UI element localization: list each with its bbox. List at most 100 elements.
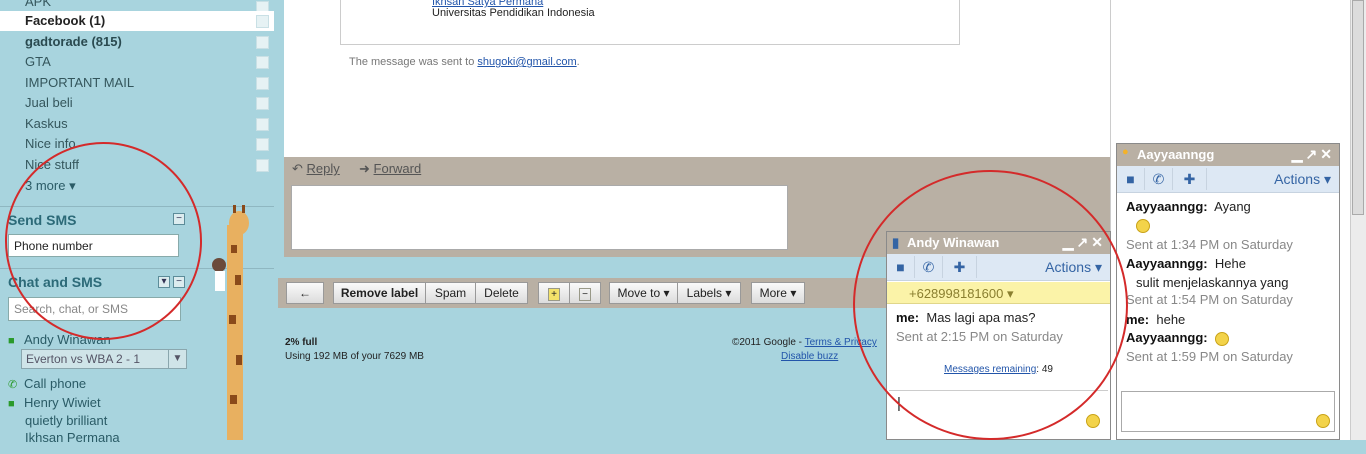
actions-menu[interactable]: Actions ▾: [1274, 171, 1331, 188]
sent-note-suffix: .: [576, 56, 580, 68]
smiley-icon: [1214, 331, 1229, 346]
popout-icon[interactable]: ↗: [1306, 146, 1321, 162]
status-select[interactable]: Everton vs WBA 2 - 1 ▼: [21, 349, 187, 369]
contact-name: Andy Winawan: [24, 332, 111, 347]
phone-number-input[interactable]: Phone number: [8, 234, 179, 257]
label-name: Kaskus: [25, 116, 68, 131]
add-star-button[interactable]: +: [538, 282, 570, 304]
label-name: Nice info: [25, 136, 76, 151]
video-call-icon[interactable]: ■: [887, 256, 915, 278]
reply-link[interactable]: ↶ Reply: [292, 161, 340, 177]
label-item[interactable]: Nice info: [0, 134, 274, 154]
label-checkbox[interactable]: [256, 15, 269, 28]
chat-input[interactable]: |: [889, 390, 1108, 432]
chat-title-bar[interactable]: ● Aayyaanngg ▁↗✕: [1117, 144, 1339, 166]
contact-self[interactable]: ■ Andy Winawan: [8, 332, 111, 347]
chat-search-input[interactable]: Search, chat, or SMS: [8, 297, 181, 321]
chat-message: Aayyaanngg: Ayang: [1126, 199, 1251, 214]
delete-button[interactable]: Delete: [475, 282, 528, 304]
labels-button[interactable]: Labels ▾: [677, 282, 741, 304]
back-button[interactable]: ←: [286, 282, 324, 304]
label-name: APK: [25, 0, 52, 9]
emoticon-icon[interactable]: [1316, 414, 1330, 428]
status-dot-icon: ●: [1122, 146, 1129, 158]
label-item[interactable]: Kaskus: [0, 114, 274, 134]
label-item[interactable]: GTA: [0, 52, 274, 72]
label-name: Nice stuff: [25, 157, 79, 172]
more-button[interactable]: More ▾: [751, 282, 805, 304]
label-item[interactable]: Facebook (1): [0, 11, 274, 31]
label-checkbox[interactable]: [256, 159, 269, 172]
message-text: Mas lagi apa mas?: [926, 310, 1036, 325]
phone-icon: ✆: [8, 379, 18, 391]
chat-emoticon: [1136, 217, 1150, 233]
contact-henry[interactable]: ■ Henry Wiwiet: [8, 395, 101, 410]
add-people-icon[interactable]: ✚: [943, 256, 977, 278]
storage-percent: 2% full: [285, 337, 318, 348]
message-timestamp: Sent at 1:34 PM on Saturday: [1126, 237, 1293, 252]
chat-message: me: Mas lagi apa mas?: [896, 310, 1035, 325]
label-checkbox[interactable]: [256, 138, 269, 151]
messages-remaining-link[interactable]: Messages remaining: [944, 364, 1036, 375]
scrollbar-thumb[interactable]: [1352, 0, 1364, 215]
label-checkbox[interactable]: [256, 97, 269, 110]
recipient-link[interactable]: shugoki@gmail.com: [477, 56, 576, 68]
chat-toolbar: ■ ✆ ✚ Actions ▾: [887, 254, 1110, 281]
chat-input-cursor: |: [897, 395, 901, 412]
status-text: Everton vs WBA 2 - 1: [26, 352, 141, 366]
label-name: GTA: [25, 54, 51, 69]
signature-org: Universitas Pendidikan Indonesia: [432, 7, 595, 19]
minimize-icon[interactable]: ▁: [1292, 146, 1306, 162]
label-item[interactable]: gadtorade (815): [0, 32, 274, 52]
video-call-icon[interactable]: ■: [1117, 168, 1145, 190]
popout-icon[interactable]: ↗: [1077, 234, 1092, 250]
phone-icon[interactable]: ✆: [1145, 168, 1173, 190]
remove-star-button[interactable]: −: [569, 282, 601, 304]
video-icon: ■: [8, 335, 15, 347]
forward-label: Forward: [373, 161, 422, 176]
remove-label-button[interactable]: Remove label: [333, 282, 426, 304]
quoted-signature-box: Ikhsan Satya Permana Universitas Pendidi…: [340, 0, 960, 45]
label-checkbox[interactable]: [256, 118, 269, 131]
collapse-icon[interactable]: −: [173, 213, 185, 225]
emoticon-icon[interactable]: [1086, 414, 1100, 428]
phone-icon[interactable]: ✆: [915, 256, 943, 278]
send-sms-title: Send SMS: [8, 212, 77, 228]
chat-toolbar: ■ ✆ ✚ Actions ▾: [1117, 166, 1339, 193]
minimize-icon[interactable]: ▁: [1063, 234, 1077, 250]
window-controls: ▁↗✕: [1292, 146, 1335, 163]
close-icon[interactable]: ✕: [1320, 146, 1335, 162]
label-checkbox[interactable]: [256, 56, 269, 69]
forward-link[interactable]: ➜ Forward: [359, 161, 421, 177]
chevron-down-icon: ▼: [168, 350, 186, 368]
call-phone-link[interactable]: ✆ Call phone: [8, 376, 86, 391]
terms-link[interactable]: Terms & Privacy: [805, 337, 877, 348]
move-to-button[interactable]: Move to ▾: [609, 282, 678, 304]
reply-textbox[interactable]: [291, 185, 788, 250]
label-checkbox[interactable]: [256, 36, 269, 49]
chat-message: Aayyaanngg: Hehe: [1126, 256, 1246, 271]
collapse-icon[interactable]: −: [173, 276, 185, 288]
label-checkbox[interactable]: [256, 77, 269, 90]
spam-button[interactable]: Spam: [425, 282, 476, 304]
chat-sms-title: Chat and SMS: [8, 274, 103, 290]
chevron-down-icon[interactable]: ▾: [158, 276, 170, 288]
sms-number-bar[interactable]: +628998181600 ▾: [887, 282, 1110, 304]
video-icon: ■: [8, 398, 15, 410]
disable-buzz-link[interactable]: Disable buzz: [781, 351, 838, 362]
label-item[interactable]: IMPORTANT MAIL: [0, 73, 274, 93]
reply-icon: ↶: [292, 161, 303, 176]
more-labels-link[interactable]: 3 more ▾: [25, 178, 76, 194]
contact-ikhsan[interactable]: Ikhsan Permana: [25, 430, 120, 445]
label-item[interactable]: Jual beli: [0, 93, 274, 113]
add-people-icon[interactable]: ✚: [1173, 168, 1207, 190]
label-name: IMPORTANT MAIL: [25, 75, 135, 90]
label-name: gadtorade (815): [25, 34, 122, 49]
chat-title-bar[interactable]: ▮ Andy Winawan ▁↗✕: [887, 232, 1110, 254]
chat-input[interactable]: [1121, 391, 1335, 432]
close-icon[interactable]: ✕: [1091, 234, 1106, 250]
actions-menu[interactable]: Actions ▾: [1045, 259, 1102, 276]
sent-note: The message was sent to shugoki@gmail.co…: [349, 56, 580, 68]
plus-icon: +: [548, 288, 560, 301]
label-item[interactable]: Nice stuff: [0, 155, 274, 175]
